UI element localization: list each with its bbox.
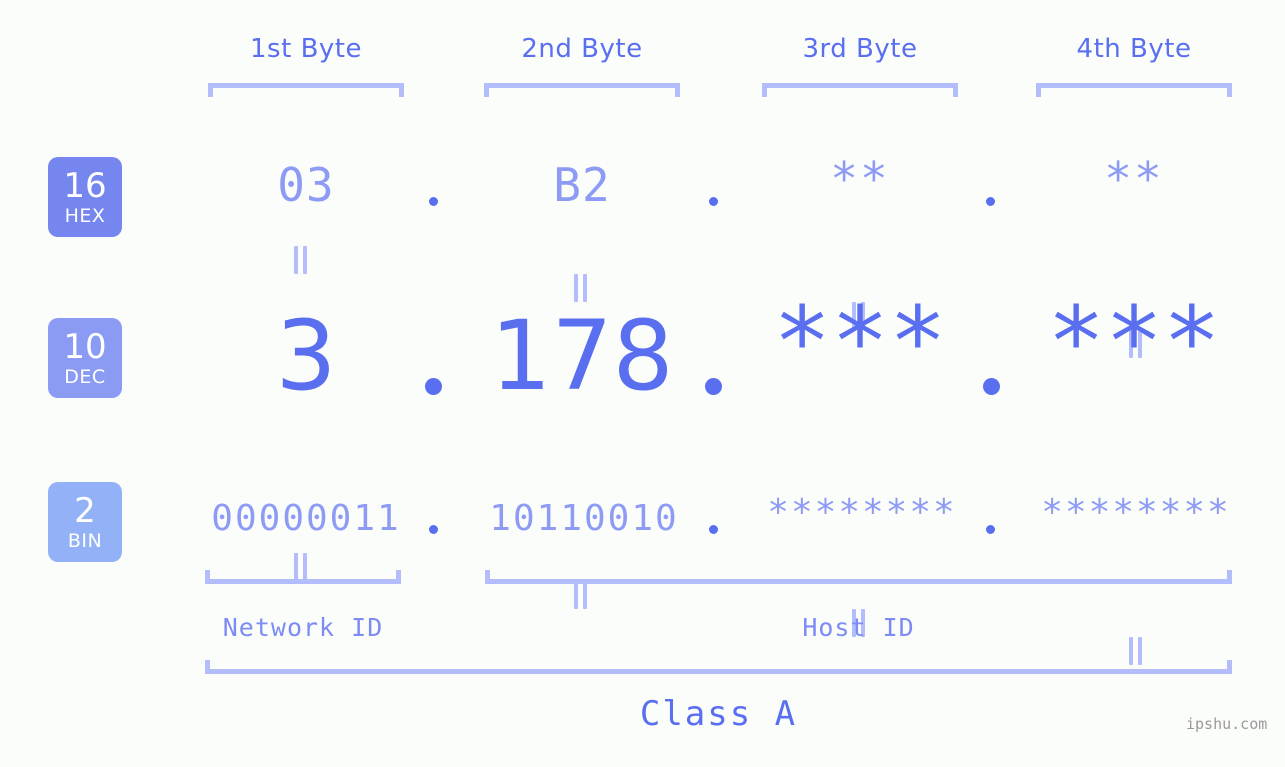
byte-bracket-3 bbox=[762, 83, 958, 97]
network-id-label: Network ID bbox=[222, 613, 384, 642]
base-badge-bin: 2 BIN bbox=[48, 482, 122, 562]
dec-dot-1 bbox=[425, 378, 442, 395]
hex-byte-2-value: B2 bbox=[553, 158, 611, 212]
hex-dot-3 bbox=[986, 197, 995, 206]
equals-separator-hex-dec-1 bbox=[294, 246, 307, 274]
dec-dot-2 bbox=[705, 378, 722, 395]
hex-dot-2 bbox=[709, 197, 718, 206]
bin-byte-3-value: ******** bbox=[767, 492, 957, 533]
byte-header-2: 2nd Byte bbox=[521, 34, 643, 64]
base-badge-hex-label: HEX bbox=[64, 204, 106, 227]
class-label: Class A bbox=[639, 694, 798, 734]
equals-separator-dec-bin-2 bbox=[574, 581, 587, 609]
base-badge-hex-number: 16 bbox=[63, 165, 107, 206]
base-badge-dec-label: DEC bbox=[64, 365, 106, 388]
base-badge-bin-number: 2 bbox=[74, 490, 96, 531]
bin-dot-2 bbox=[709, 525, 718, 534]
dec-byte-4-value: *** bbox=[1047, 286, 1221, 398]
class-bracket bbox=[205, 660, 1232, 674]
host-id-label: Host ID bbox=[802, 613, 915, 642]
bin-dot-1 bbox=[429, 525, 438, 534]
base-badge-bin-label: BIN bbox=[67, 529, 103, 552]
bin-byte-2-value: 10110010 bbox=[489, 498, 679, 539]
byte-bracket-2 bbox=[484, 83, 680, 97]
hex-byte-4-value: ** bbox=[1104, 152, 1164, 206]
byte-header-1: 1st Byte bbox=[250, 34, 362, 64]
bin-byte-1-value: 00000011 bbox=[211, 498, 401, 539]
dec-dot-3 bbox=[983, 378, 1000, 395]
host-id-bracket bbox=[485, 570, 1232, 584]
network-id-bracket bbox=[205, 570, 401, 584]
hex-byte-1-value: 03 bbox=[277, 158, 335, 212]
equals-separator-hex-dec-2 bbox=[574, 274, 587, 302]
dec-byte-2-value: 178 bbox=[490, 300, 674, 412]
dec-byte-1-value: 3 bbox=[275, 300, 337, 412]
byte-header-4: 4th Byte bbox=[1076, 34, 1192, 64]
ip-address-breakdown-diagram: 1st Byte 2nd Byte 3rd Byte 4th Byte 16 H… bbox=[0, 0, 1285, 767]
dec-byte-3-value: *** bbox=[773, 286, 947, 398]
base-badge-dec: 10 DEC bbox=[48, 318, 122, 398]
base-badge-dec-number: 10 bbox=[63, 326, 107, 367]
byte-header-3: 3rd Byte bbox=[802, 34, 918, 64]
byte-bracket-4 bbox=[1036, 83, 1232, 97]
hex-byte-3-value: ** bbox=[830, 152, 890, 206]
bin-dot-3 bbox=[986, 525, 995, 534]
base-badge-hex: 16 HEX bbox=[48, 157, 122, 237]
watermark: ipshu.com bbox=[1186, 715, 1268, 733]
bin-byte-4-value: ******** bbox=[1041, 492, 1231, 533]
byte-bracket-1 bbox=[208, 83, 404, 97]
hex-dot-1 bbox=[429, 197, 438, 206]
